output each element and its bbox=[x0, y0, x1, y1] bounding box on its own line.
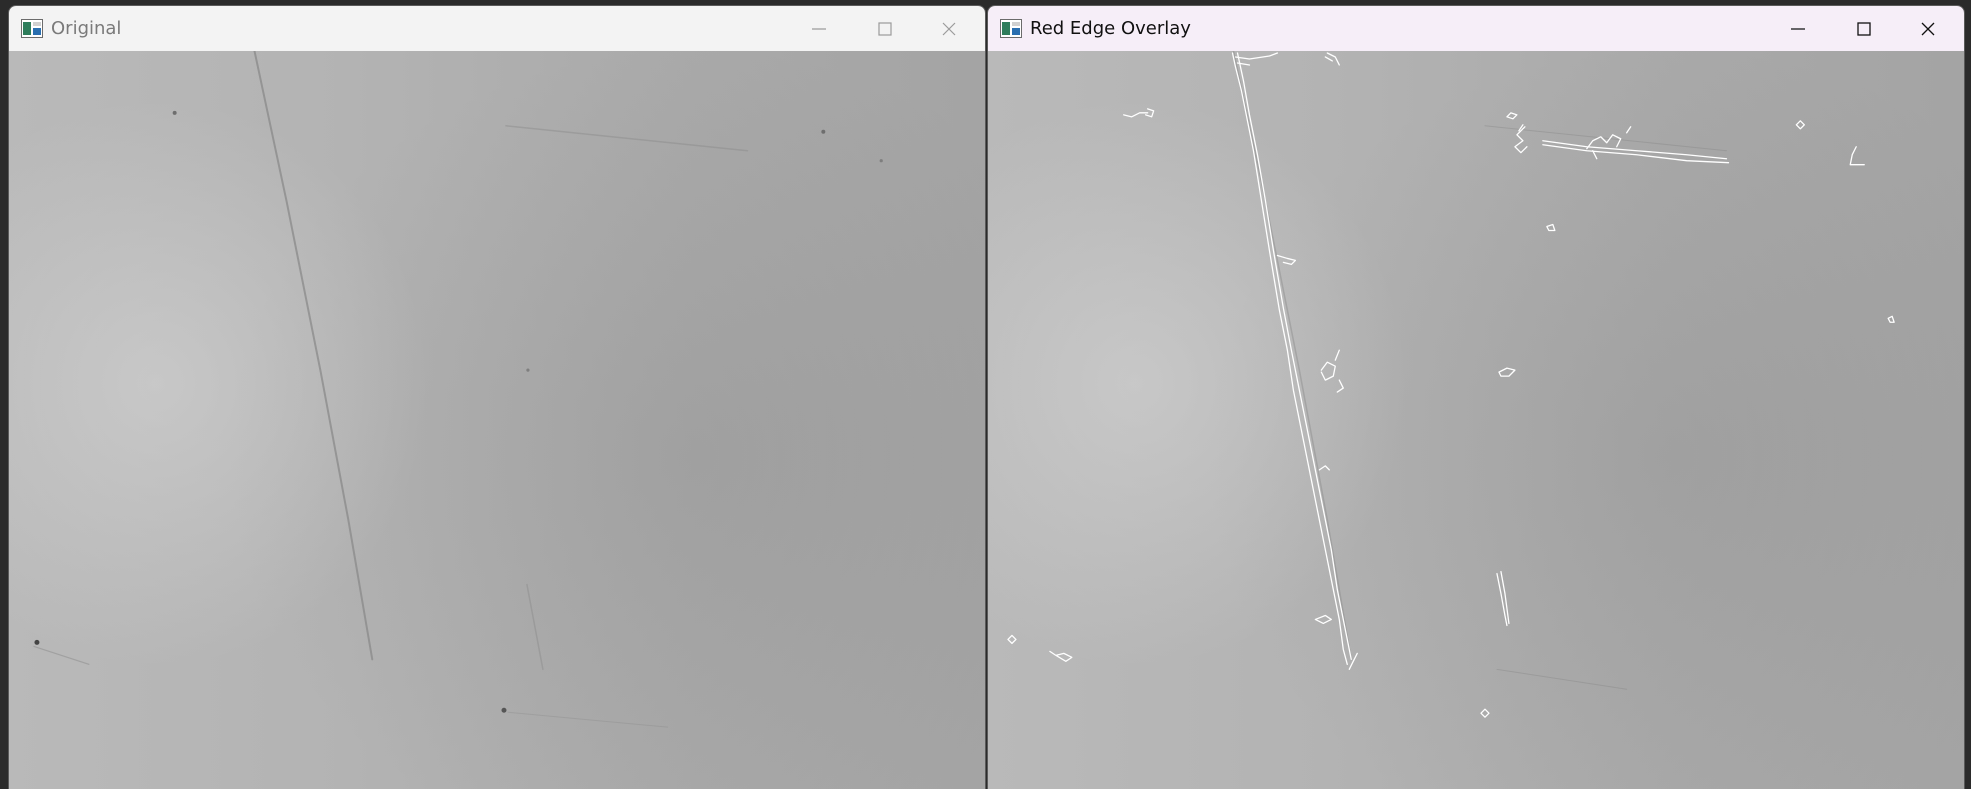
original-window[interactable]: Original bbox=[8, 5, 986, 789]
titlebar[interactable]: Red Edge Overlay bbox=[988, 6, 1964, 51]
speck bbox=[172, 110, 177, 115]
speck bbox=[821, 129, 826, 134]
edge-blob bbox=[1123, 108, 1155, 118]
edge-blob bbox=[1276, 254, 1297, 266]
minimize-icon bbox=[812, 27, 826, 30]
minimize-button[interactable] bbox=[787, 6, 851, 51]
opencv-window-icon bbox=[1000, 19, 1022, 38]
scratch-top-right bbox=[505, 125, 749, 152]
edge-blob bbox=[1314, 614, 1332, 625]
edge-blob bbox=[1498, 367, 1516, 377]
edge-blob bbox=[1049, 650, 1073, 662]
edge-cluster bbox=[1320, 349, 1344, 393]
close-icon bbox=[1921, 22, 1935, 35]
edge-main-scratch bbox=[1231, 52, 1348, 665]
original-image-canvas bbox=[33, 51, 883, 728]
maximize-icon bbox=[1857, 21, 1871, 36]
speck bbox=[526, 368, 530, 372]
scratch-diagonal-long bbox=[253, 51, 374, 661]
edge-scratch-vertical bbox=[1496, 570, 1510, 627]
edge-overlay-window[interactable]: Red Edge Overlay bbox=[987, 5, 1965, 789]
edge-hook bbox=[1849, 146, 1865, 166]
edge-top-fragment bbox=[1234, 52, 1279, 66]
scratch-lower-center bbox=[526, 583, 544, 671]
edge-long-scratch-top bbox=[1542, 140, 1730, 164]
original-image bbox=[9, 51, 985, 789]
titlebar[interactable]: Original bbox=[9, 6, 985, 51]
edge-blob bbox=[1887, 315, 1895, 323]
edge-main-scratch-2 bbox=[1236, 52, 1352, 660]
edge-cluster-top-right bbox=[1506, 112, 1528, 154]
minimize-icon bbox=[1791, 27, 1805, 30]
edge-blob bbox=[1007, 634, 1017, 645]
close-icon bbox=[942, 22, 956, 35]
close-button[interactable] bbox=[917, 6, 981, 51]
maximize-button[interactable] bbox=[853, 6, 917, 51]
edge-overlay-image bbox=[988, 51, 1964, 789]
edge-blob bbox=[1318, 465, 1330, 471]
opencv-window-icon bbox=[21, 19, 43, 38]
edge-blob bbox=[1546, 223, 1556, 232]
edge-contours bbox=[1007, 52, 1895, 718]
maximize-button[interactable] bbox=[1832, 6, 1896, 51]
maximize-icon bbox=[878, 21, 892, 36]
speck bbox=[34, 639, 40, 645]
window-title: Red Edge Overlay bbox=[1030, 18, 1191, 39]
speck bbox=[879, 159, 883, 163]
close-button[interactable] bbox=[1896, 6, 1960, 51]
edge-top-blob bbox=[1324, 52, 1340, 66]
scratch-bottom-left bbox=[33, 645, 90, 665]
edge-overlay-canvas bbox=[1007, 51, 1895, 718]
minimize-button[interactable] bbox=[1766, 6, 1830, 51]
edge-blob bbox=[1480, 708, 1490, 718]
scratch-bottom bbox=[507, 711, 669, 728]
edge-blob bbox=[1795, 120, 1805, 130]
window-title: Original bbox=[51, 18, 122, 39]
speck bbox=[501, 707, 507, 713]
